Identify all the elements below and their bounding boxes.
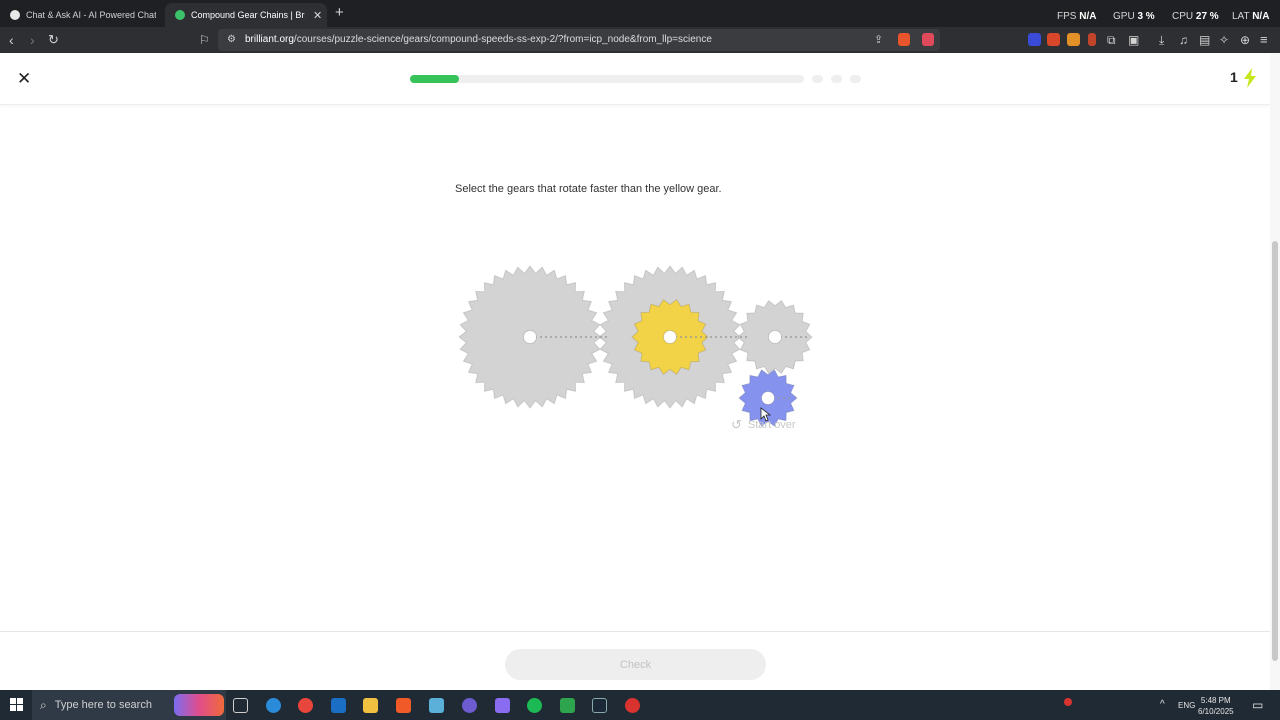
sidebar-icon[interactable]: ▣ [1128,31,1139,49]
reload-icon[interactable]: ↻ [48,31,59,49]
wallet-icon[interactable]: ▤ [1199,31,1210,49]
windows-taskbar: ⌕ Type here to search ^ ENG 5:48 PM 6/10… [0,690,1280,720]
chrome-icon[interactable] [298,698,313,713]
address-bar[interactable]: ⚙ brilliant.org/courses/puzzle-science/g… [218,29,940,51]
system-clock[interactable]: 5:48 PM 6/10/2025 [1198,695,1234,717]
language-indicator[interactable]: ENG [1178,701,1195,710]
search-highlight-image [174,694,224,716]
question-prompt: Select the gears that rotate faster than… [455,183,722,195]
new-tab-icon[interactable]: + [335,4,344,21]
extensions-puzzle-icon[interactable]: ⧉ [1107,31,1116,49]
restart-icon: ↺ [731,417,742,432]
streak-count: 1 [1230,69,1238,85]
progress-segment [812,75,823,83]
gear-axle [768,330,782,344]
extension-icon[interactable] [1067,33,1080,46]
lesson-footer: Check [0,631,1270,690]
menu-icon[interactable]: ≡ [1260,31,1268,49]
notifications-icon[interactable]: ▭ [1252,698,1263,712]
start-over-button[interactable]: ↺ Start over [731,417,796,433]
brave-shield-icon[interactable] [898,33,910,46]
task-view-icon[interactable] [233,698,248,713]
gear-axle [663,330,677,344]
lesson-page: ✕ 1 Select the gears that rotate faster … [0,53,1280,690]
app-icon[interactable] [429,698,444,713]
extension-icon[interactable] [1028,33,1041,46]
lightning-bolt-icon [1244,68,1256,88]
back-icon[interactable]: ‹ [9,31,14,49]
copilot-icon[interactable] [495,698,510,713]
fps-stat: FPS N/A [1057,11,1097,22]
leo-ai-icon[interactable]: ✧ [1219,31,1229,49]
chatbot-favicon-icon [10,10,20,20]
progress-fill [410,75,460,83]
close-tab-icon[interactable]: ✕ [313,9,322,22]
extension-icon[interactable] [1088,33,1096,46]
latency-stat: LAT N/A [1232,11,1270,22]
scrollbar-thumb[interactable] [1272,241,1278,661]
share-icon[interactable]: ⇪ [874,33,883,46]
tab-title: Compound Gear Chains | Brilliant [191,10,305,20]
gear-diagram [458,265,813,428]
search-placeholder: Type here to search [54,699,152,711]
clock-date: 6/10/2025 [1198,707,1234,716]
file-explorer-icon[interactable] [363,698,378,713]
gear-axle [523,330,537,344]
tab-chat-ask-ai[interactable]: Chat & Ask AI - AI Powered Chat Bot [0,3,160,27]
app-icon[interactable] [462,698,477,713]
browser-tab-bar: Chat & Ask AI - AI Powered Chat Bot Comp… [0,0,1280,27]
site-info-icon[interactable]: ⚙ [227,34,236,45]
notification-badge-icon[interactable] [1064,698,1072,706]
windows-start-icon[interactable] [10,698,23,711]
clock-time: 5:48 PM [1200,696,1231,705]
start-over-label: Start over [747,419,796,431]
brilliant-favicon-icon [175,10,185,20]
progress-segment [831,75,842,83]
extension-icon[interactable] [1047,33,1060,46]
close-lesson-icon[interactable]: ✕ [17,69,31,89]
tab-compound-gear-chains[interactable]: Compound Gear Chains | Brilliant ✕ [165,3,327,27]
tray-chevron-icon[interactable]: ^ [1160,699,1165,710]
edge-icon[interactable] [266,698,281,713]
brave-rewards-icon[interactable] [922,33,934,46]
browser-toolbar: ‹ › ↻ ⚐ ⚙ brilliant.org/courses/puzzle-s… [0,27,1280,53]
vpn-icon[interactable]: ⊕ [1240,31,1250,49]
taskbar-search-box[interactable]: ⌕ Type here to search [32,690,226,720]
lesson-header: ✕ 1 [0,53,1270,105]
search-icon: ⌕ [40,697,47,712]
outlook-icon[interactable] [331,698,346,713]
download-icon[interactable]: ⤓ [1159,31,1164,49]
chart-app-icon[interactable] [560,698,575,713]
url-text: brilliant.org/courses/puzzle-science/gea… [245,34,712,45]
gear-axle [761,391,775,405]
brave-icon[interactable] [396,698,411,713]
media-icon[interactable]: ♫ [1179,31,1188,49]
spotify-icon[interactable] [527,698,542,713]
cpu-stat: CPU 27 % [1172,11,1219,22]
progress-segment [850,75,861,83]
tab-title: Chat & Ask AI - AI Powered Chat Bot [26,10,156,20]
forward-icon[interactable]: › [30,31,35,49]
page-scrollbar[interactable] [1270,53,1280,690]
check-button[interactable]: Check [505,649,766,680]
app-icon[interactable] [625,698,640,713]
gpu-stat: GPU 3 % [1113,11,1155,22]
bookmark-icon[interactable]: ⚐ [199,31,210,49]
lesson-progress-bar [410,75,804,83]
steam-icon[interactable] [592,698,607,713]
